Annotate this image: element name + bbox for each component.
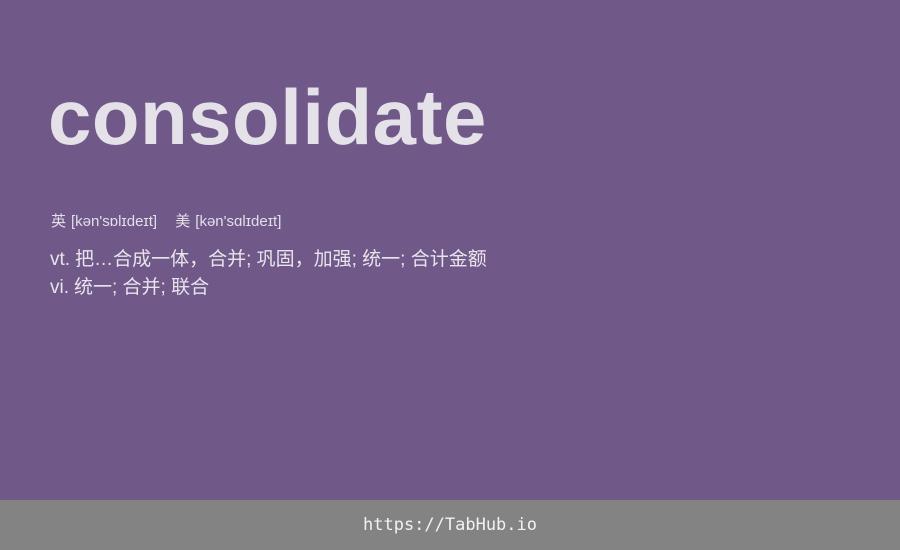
- phonetic-uk-label: 英: [51, 213, 67, 230]
- phonetic-us-ipa: [kən'sɑlɪdeɪt]: [195, 213, 282, 230]
- definitions: vt. 把…合成一体，合并; 巩固，加强; 统一; 合计金额 vi. 统一; 合并;…: [50, 246, 487, 302]
- word-card: consolidate 英 [kən'sɒlɪdeɪt] 美 [kən'sɑlɪde…: [0, 0, 900, 500]
- phonetic-us-label: 美: [175, 213, 191, 230]
- definition-line: vi. 统一; 合并; 联合: [50, 274, 487, 302]
- headword: consolidate: [48, 73, 487, 161]
- phonetic-uk: 英 [kən'sɒlɪdeɪt]: [51, 212, 157, 232]
- tabhub-link[interactable]: https://TabHub.io: [363, 515, 537, 535]
- definition-text: 统一; 合并; 联合: [74, 277, 210, 298]
- phonetic-us: 美 [kən'sɑlɪdeɪt]: [175, 212, 281, 232]
- part-of-speech: vi.: [50, 277, 69, 298]
- definition-text: 把…合成一体，合并; 巩固，加强; 统一; 合计金额: [75, 249, 487, 270]
- phonetic-uk-ipa: [kən'sɒlɪdeɪt]: [71, 213, 158, 230]
- phonetics: 英 [kən'sɒlɪdeɪt] 美 [kən'sɑlɪdeɪt]: [51, 212, 295, 232]
- definition-line: vt. 把…合成一体，合并; 巩固，加强; 统一; 合计金额: [50, 246, 487, 274]
- part-of-speech: vt.: [50, 249, 71, 270]
- footer-bar: https://TabHub.io: [0, 500, 900, 550]
